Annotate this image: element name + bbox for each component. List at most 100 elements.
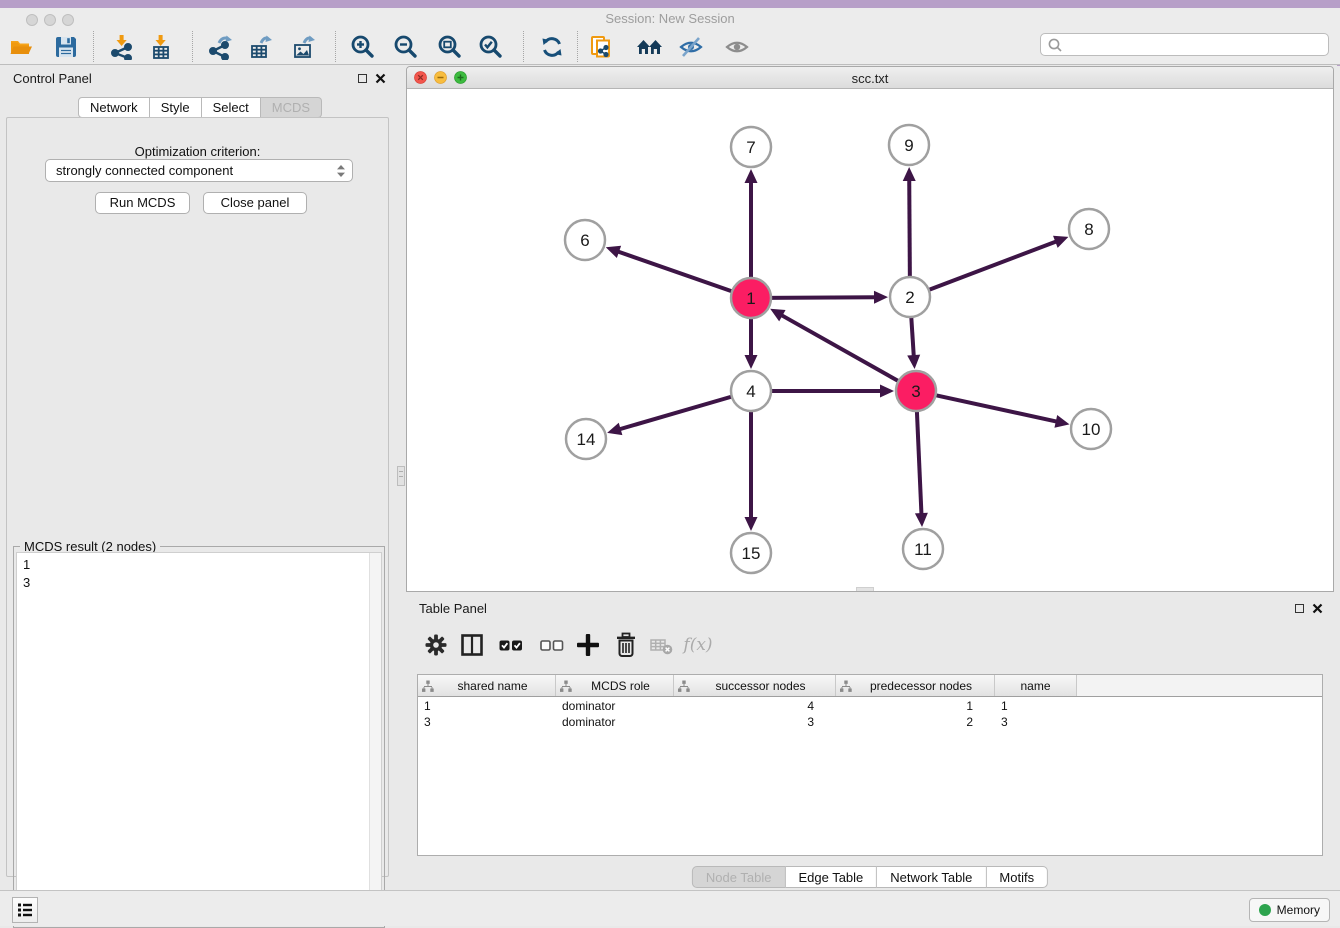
table-settings-button[interactable] [420,629,452,661]
close-panel-button[interactable]: Close panel [203,192,307,214]
edge-2-3[interactable] [911,314,914,357]
zoom-out-button[interactable] [392,33,420,61]
node-label: 2 [905,288,914,307]
edge-2-9[interactable] [909,179,910,280]
zoom-out-icon [393,34,419,60]
edge-1-2[interactable] [768,297,876,298]
home-button[interactable] [636,33,664,61]
graph-node-8[interactable]: 8 [1069,209,1109,249]
tab-motifs[interactable]: Motifs [986,866,1048,888]
open-session-button[interactable] [7,33,35,61]
duplicate-view-button[interactable] [587,33,615,61]
edge-3-1[interactable] [781,315,902,383]
column-header-shared-name[interactable]: shared name [418,675,556,696]
edge-1-6[interactable] [617,251,735,292]
graph-node-3[interactable]: 3 [896,371,936,411]
memory-button[interactable]: Memory [1249,898,1330,922]
tab-node-table[interactable]: Node Table [692,866,786,888]
graph-node-9[interactable]: 9 [889,125,929,165]
delete-table-button-disabled [646,629,678,661]
tab-style[interactable]: Style [150,97,202,118]
tree-icon [560,680,572,692]
mcds-tab-content: Optimization criterion: strongly connect… [6,117,389,877]
import-network-icon [109,34,135,60]
graph-node-4[interactable]: 4 [731,371,771,411]
graph-node-7[interactable]: 7 [731,127,771,167]
save-session-button[interactable] [52,33,80,61]
column-header-predecessor-nodes[interactable]: predecessor nodes [836,675,995,696]
edge-3-11[interactable] [917,408,922,515]
network-window-titlebar[interactable]: scc.txt [407,67,1333,89]
delete-column-button[interactable] [610,629,642,661]
deselect-all-button[interactable] [536,629,568,661]
column-header-successor-nodes[interactable]: successor nodes [674,675,836,696]
tab-mcds[interactable]: MCDS [261,97,322,118]
float-panel-icon[interactable] [358,74,367,83]
task-history-button[interactable] [12,897,38,923]
graph-node-2[interactable]: 2 [890,277,930,317]
hide-graphics-button[interactable] [677,33,705,61]
zoom-selected-button[interactable] [477,33,505,61]
pane-divider-grip[interactable] [397,466,405,486]
tab-edge-table[interactable]: Edge Table [785,866,877,888]
node-label: 1 [746,289,755,308]
import-table-button[interactable] [147,33,175,61]
import-network-button[interactable] [108,33,136,61]
result-scrollbar[interactable] [369,553,381,924]
table-row-1[interactable]: 3dominator323 [418,714,1322,730]
close-table-panel-icon[interactable] [1312,603,1323,614]
export-image-button[interactable] [290,33,318,61]
edge-4-14[interactable] [619,396,735,430]
split-panel-button[interactable] [456,629,488,661]
show-graphics-button[interactable] [723,33,751,61]
zoom-fit-button[interactable] [436,33,464,61]
column-header-name[interactable]: name [995,675,1077,696]
list-icon [15,900,35,920]
graph-node-10[interactable]: 10 [1071,409,1111,449]
search-field[interactable] [1040,33,1329,56]
tab-network-table[interactable]: Network Table [877,866,986,888]
cell: 3 [995,715,1077,729]
graph-node-14[interactable]: 14 [566,419,606,459]
graph-node-6[interactable]: 6 [565,220,605,260]
export-network-button[interactable] [207,33,235,61]
graph-node-15[interactable]: 15 [731,533,771,573]
toolbar-separator [93,31,94,62]
gear-icon [421,630,451,660]
edge-arrowhead-2-9 [903,167,916,181]
window-header: Session: New Session [0,8,1340,65]
checkboxes-checked-icon [496,630,526,660]
network-resize-grip[interactable] [856,587,874,591]
export-table-button[interactable] [247,33,275,61]
float-table-panel-icon[interactable] [1295,604,1304,613]
edge-arrowhead-1-4 [745,355,758,369]
mcds-result-area[interactable]: 1 3 [16,552,382,925]
search-input[interactable] [1064,36,1328,54]
network-view-window: scc.txt 7 9 6 8 1 2 4 3 14 10 15 11 [406,66,1334,592]
graph-node-1[interactable]: 1 [731,278,771,318]
edge-2-8[interactable] [926,241,1057,291]
tab-select[interactable]: Select [202,97,261,118]
select-stepper-icon [337,165,345,177]
desktop-strip-top [0,0,1340,8]
table-bottom-strip [417,856,1323,866]
add-column-button[interactable] [572,629,604,661]
edge-3-10[interactable] [933,395,1058,422]
column-header-mcds-role[interactable]: MCDS role [556,675,674,696]
optimization-criterion-label: Optimization criterion: [7,144,388,159]
tab-network[interactable]: Network [78,97,150,118]
document-share-icon [588,34,614,60]
toolbar-separator [523,31,524,62]
network-canvas[interactable]: 7 9 6 8 1 2 4 3 14 10 15 11 [407,90,1333,591]
close-panel-icon[interactable] [375,73,386,84]
optimization-criterion-value: strongly connected component [56,163,233,178]
refresh-view-button[interactable] [538,33,566,61]
select-all-button[interactable] [495,629,527,661]
optimization-criterion-select[interactable]: strongly connected component [45,159,353,182]
table-row-0[interactable]: 1dominator411 [418,698,1322,714]
export-image-icon [291,34,317,60]
graph-node-11[interactable]: 11 [903,529,943,569]
run-mcds-button[interactable]: Run MCDS [95,192,190,214]
zoom-in-button[interactable] [349,33,377,61]
split-columns-icon [457,630,487,660]
